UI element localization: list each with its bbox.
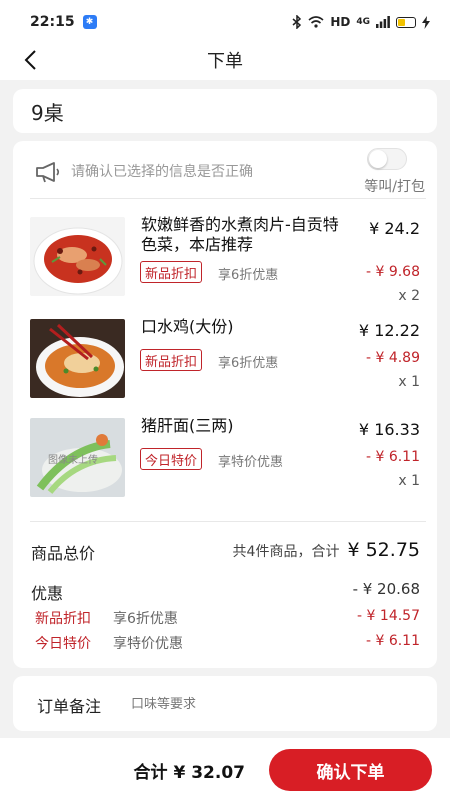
order-card: 请确认已选择的信息是否正确 等叫/打包 软嫩鲜香的水煮肉片-自贡特色菜，本店推荐… (13, 141, 437, 668)
item-name: 猪肝面(三两) (141, 416, 234, 435)
divider (30, 198, 426, 199)
signal-label: 4G (356, 17, 370, 27)
remark-card: 订单备注 (13, 676, 437, 731)
nav-bar: 下单 (0, 40, 450, 80)
item-price: ¥ 24.2 (369, 219, 420, 238)
back-button[interactable] (16, 46, 44, 74)
bluetooth-icon (292, 15, 302, 29)
item-quantity: x 2 (398, 288, 420, 304)
promo-amount: - ¥ 6.11 (365, 633, 420, 649)
chicken-image (30, 319, 125, 398)
subtotal-row: 共4件商品，合计 ¥ 52.75 (233, 539, 420, 561)
promo-desc: 享特价优惠 (113, 636, 183, 652)
takeaway-toggle[interactable] (367, 148, 407, 170)
toggle-knob (369, 150, 387, 168)
liver-noodle-image: 图像未上传 (30, 418, 125, 497)
megaphone-icon (36, 162, 60, 183)
item-count-text: 共4件商品，合计 (232, 544, 340, 560)
promo-desc: 享6折优惠 (113, 611, 178, 627)
discount-value: - ¥ 20.68 (352, 580, 420, 598)
promo-tag: 新品折扣 (140, 261, 203, 283)
charging-icon (422, 15, 430, 29)
item-name: 口水鸡(大份) (141, 317, 234, 336)
promo-name: 今日特价 (35, 636, 91, 652)
status-time: 22:15 (30, 14, 75, 30)
item-discount: - ¥ 4.89 (365, 350, 420, 366)
network-label: HD (330, 15, 351, 29)
order-item[interactable]: 口水鸡(大份) ¥ 12.22 新品折扣 享6折优惠 - ¥ 4.89 x 1 (13, 317, 437, 409)
order-item[interactable]: 软嫩鲜香的水煮肉片-自贡特色菜，本店推荐 ¥ 24.2 新品折扣 享6折优惠 -… (13, 215, 437, 307)
wifi-icon (308, 16, 324, 28)
promo-tag-desc: 享6折优惠 (218, 356, 279, 371)
table-card: 9桌 (13, 89, 437, 133)
status-bar: 22:15 ✱ HD 4G (0, 0, 450, 44)
item-name: 软嫩鲜香的水煮肉片-自贡特色菜，本店推荐 (141, 215, 339, 254)
page-title: 下单 (207, 51, 243, 72)
promo-tag: 今日特价 (140, 448, 203, 470)
chevron-left-icon (24, 50, 36, 70)
item-price: ¥ 12.22 (358, 321, 420, 340)
notice-row: 请确认已选择的信息是否正确 等叫/打包 (13, 141, 437, 199)
promo-tag-desc: 享6折优惠 (218, 268, 279, 283)
order-item[interactable]: 图像未上传 猪肝面(三两) ¥ 16.33 今日特价 享特价优惠 - ¥ 6.1… (13, 416, 437, 508)
subtotal-label: 商品总价 (31, 544, 96, 563)
takeaway-toggle-label: 等叫/打包 (364, 179, 425, 195)
remark-label: 订单备注 (37, 697, 102, 716)
app-notification-icon: ✱ (82, 15, 97, 29)
notice-text: 请确认已选择的信息是否正确 (71, 164, 253, 180)
submit-order-button[interactable]: 确认下单 (269, 749, 432, 791)
promo-tag-desc: 享特价优惠 (218, 455, 284, 470)
remark-input[interactable] (131, 688, 421, 720)
order-total: 合计 ¥ 32.07 (133, 763, 245, 783)
image-placeholder-text: 图像未上传 (48, 455, 98, 466)
item-discount: - ¥ 9.68 (365, 264, 420, 280)
discount-label: 优惠 (31, 584, 64, 603)
item-price: ¥ 16.33 (358, 420, 420, 439)
item-quantity: x 1 (398, 473, 420, 489)
promo-name: 新品折扣 (35, 611, 91, 627)
subtotal-value: ¥ 52.75 (347, 539, 420, 561)
boiled-pork-image (30, 217, 125, 296)
bottom-bar: 合计 ¥ 32.07 确认下单 (0, 738, 450, 800)
table-name: 9桌 (31, 100, 64, 125)
promo-amount: - ¥ 14.57 (357, 608, 420, 624)
divider (30, 521, 426, 522)
battery-icon (396, 16, 416, 28)
status-indicators: HD 4G (292, 15, 430, 29)
item-quantity: x 1 (398, 374, 420, 390)
signal-icon (376, 16, 390, 28)
item-discount: - ¥ 6.11 (365, 449, 420, 465)
promo-tag: 新品折扣 (140, 349, 203, 371)
